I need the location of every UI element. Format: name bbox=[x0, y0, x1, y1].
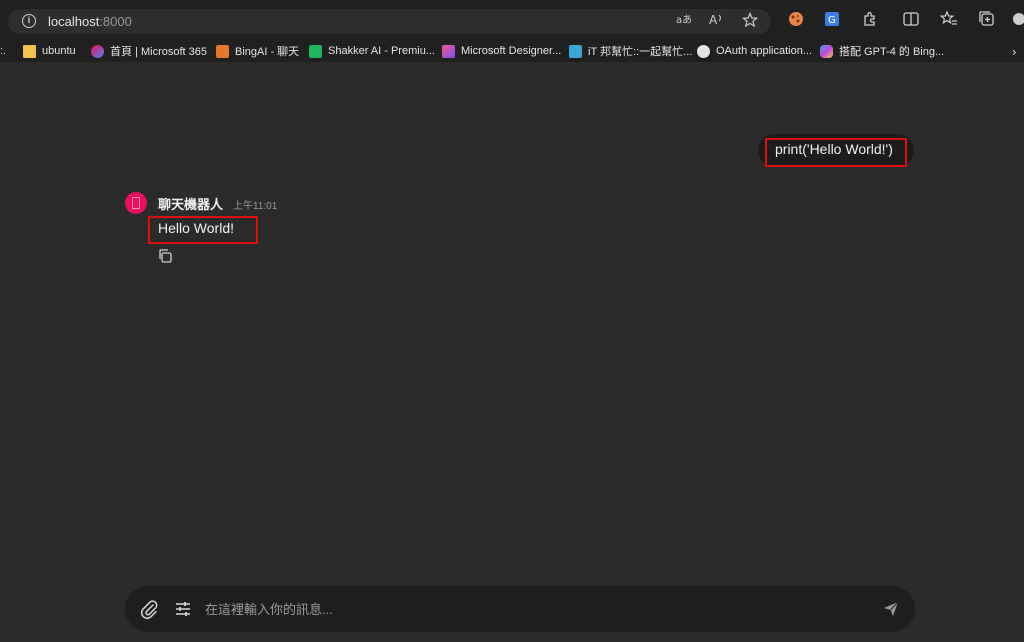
copy-icon[interactable] bbox=[157, 248, 173, 264]
folder-icon bbox=[23, 44, 36, 58]
designer-icon bbox=[442, 44, 455, 58]
extension-translate-icon[interactable]: G bbox=[821, 10, 843, 32]
copilot-icon bbox=[820, 44, 833, 58]
paperclip-icon[interactable] bbox=[139, 599, 159, 619]
url-port: :8000 bbox=[99, 14, 132, 29]
bot-avatar-glyph bbox=[132, 197, 140, 209]
translate-icon[interactable]: aあ bbox=[674, 12, 694, 32]
bookmark-bing-gpt4[interactable]: 搭配 GPT-4 的 Bing... bbox=[820, 43, 944, 59]
bookmark-overflow-left[interactable]: :. bbox=[0, 43, 6, 59]
github-icon bbox=[697, 44, 710, 58]
extensions-puzzle-icon[interactable] bbox=[859, 10, 881, 32]
bookmark-designer[interactable]: Microsoft Designer... bbox=[442, 43, 561, 59]
send-icon[interactable] bbox=[882, 600, 900, 618]
message-composer bbox=[125, 586, 915, 632]
bingai-icon bbox=[216, 44, 229, 58]
ithome-icon bbox=[569, 44, 582, 58]
sliders-settings-icon[interactable] bbox=[174, 600, 192, 618]
copilot-icon[interactable] bbox=[1010, 10, 1024, 32]
address-bar[interactable]: i localhost:8000 aあ A bbox=[8, 9, 771, 34]
bookmark-ubuntu[interactable]: ubuntu bbox=[23, 43, 76, 59]
favorites-icon[interactable] bbox=[938, 10, 960, 32]
highlight-box-user-message bbox=[765, 138, 907, 167]
chevron-right-icon[interactable]: › bbox=[1012, 43, 1016, 59]
favorite-star-icon[interactable] bbox=[740, 11, 760, 32]
bot-name: 聊天機器人 bbox=[158, 197, 224, 212]
bookmarks-bar: :. ubuntu 首頁 | Microsoft 365 BingAI - 聊天… bbox=[0, 40, 1024, 62]
read-aloud-icon[interactable]: A bbox=[706, 12, 726, 32]
highlight-box-bot-message bbox=[148, 216, 258, 244]
message-input[interactable] bbox=[205, 597, 865, 621]
bookmark-ithome[interactable]: iT 邦幫忙::一起幫忙... bbox=[569, 43, 692, 59]
bot-avatar bbox=[125, 192, 147, 214]
collections-icon[interactable] bbox=[976, 10, 998, 32]
bookmark-m365[interactable]: 首頁 | Microsoft 365 bbox=[91, 43, 207, 59]
url-host: localhost bbox=[48, 14, 100, 29]
bookmark-shakker[interactable]: Shakker AI - Premiu... bbox=[309, 43, 435, 59]
message-timestamp: 上午11:01 bbox=[233, 201, 278, 212]
svg-text:G: G bbox=[828, 15, 836, 26]
svg-text:aあ: aあ bbox=[676, 14, 692, 26]
site-info-icon[interactable]: i bbox=[22, 14, 36, 28]
browser-toolbar: i localhost:8000 aあ A G bbox=[0, 0, 1024, 40]
svg-text:A: A bbox=[709, 13, 718, 26]
chat-area: print('Hello World!') 聊天機器人 上午11:01 Hell… bbox=[0, 62, 1024, 642]
m365-icon bbox=[91, 44, 104, 58]
url-text[interactable]: localhost:8000 bbox=[48, 14, 132, 29]
bookmark-bingai[interactable]: BingAI - 聊天 bbox=[216, 43, 299, 59]
extension-cookie-icon[interactable] bbox=[785, 10, 807, 32]
shakker-icon bbox=[309, 44, 322, 58]
split-screen-icon[interactable] bbox=[900, 10, 922, 32]
bookmark-oauth[interactable]: OAuth application... bbox=[697, 43, 812, 59]
